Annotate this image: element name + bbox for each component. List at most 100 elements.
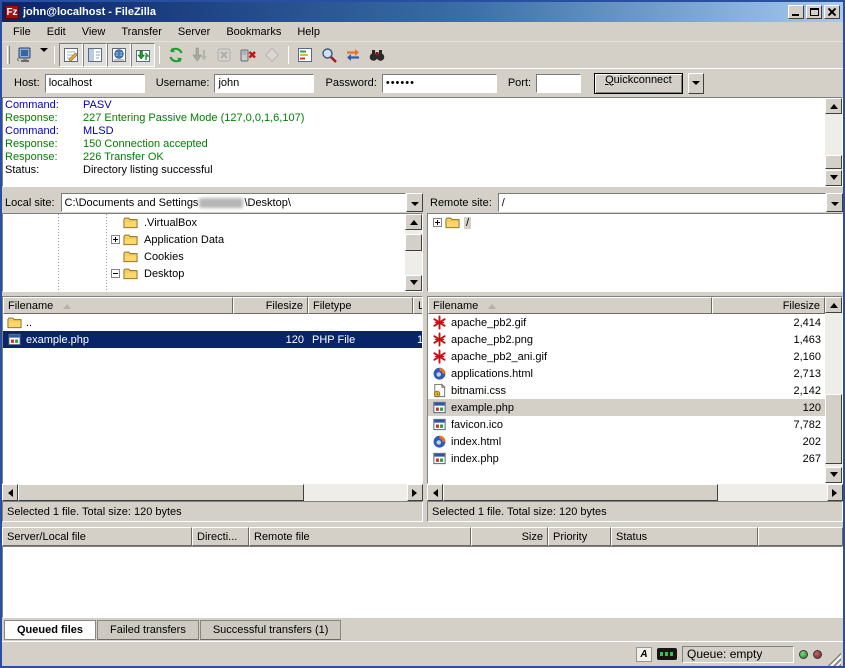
refresh-button[interactable] xyxy=(164,43,188,67)
scroll-down-button[interactable] xyxy=(825,467,842,483)
expand-plus-icon[interactable] xyxy=(111,235,120,244)
scroll-down-button[interactable] xyxy=(825,170,842,186)
queue-column-serverlocal[interactable]: Server/Local file xyxy=(2,527,192,546)
column-header-filename[interactable]: Filename xyxy=(3,297,233,314)
tab-failed-transfers[interactable]: Failed transfers xyxy=(97,620,199,640)
directory-comparison-button[interactable] xyxy=(293,43,317,67)
local-selection-status: Selected 1 file. Total size: 120 bytes xyxy=(2,501,423,522)
site-manager-dropdown-button[interactable] xyxy=(37,44,50,66)
port-input[interactable] xyxy=(536,74,581,93)
column-header-filesize[interactable]: Filesize xyxy=(233,297,308,314)
disconnect-button[interactable] xyxy=(236,43,260,67)
local-horizontal-scrollbar[interactable] xyxy=(2,484,423,501)
remote-file-row[interactable]: apache_pb2.gif2,414 xyxy=(428,314,825,331)
password-input[interactable] xyxy=(382,74,497,93)
menu-file[interactable]: File xyxy=(6,24,38,40)
scroll-left-button[interactable] xyxy=(2,484,18,501)
find-files-button[interactable] xyxy=(365,43,389,67)
data-type-ascii-icon[interactable]: A xyxy=(636,647,652,662)
tree-item-label: Cookies xyxy=(142,251,186,263)
tab-queued-files[interactable]: Queued files xyxy=(4,620,96,640)
toggle-transfer-queue-button[interactable] xyxy=(131,43,155,67)
maximize-button[interactable] xyxy=(806,5,822,19)
queue-column-remotefile[interactable]: Remote file xyxy=(249,527,471,546)
remote-file-row-selected[interactable]: example.php120 xyxy=(428,399,825,416)
scrollbar-thumb[interactable] xyxy=(443,484,718,501)
remote-file-row[interactable]: applications.html2,713 xyxy=(428,365,825,382)
scrollbar-thumb[interactable] xyxy=(18,484,304,501)
expand-plus-icon[interactable] xyxy=(433,218,442,227)
remote-vertical-scrollbar[interactable] xyxy=(825,297,842,483)
queue-column-size[interactable]: Size xyxy=(471,527,548,546)
menu-edit[interactable]: Edit xyxy=(40,24,73,40)
scrollbar-thumb[interactable] xyxy=(825,394,842,465)
collapse-minus-icon[interactable] xyxy=(111,269,120,278)
image-file-icon xyxy=(432,417,447,432)
menu-transfer[interactable]: Transfer xyxy=(114,24,169,40)
scroll-up-button[interactable] xyxy=(825,297,842,313)
remote-file-row[interactable]: apache_pb2_ani.gif2,160 xyxy=(428,348,825,365)
tree-item-virtualbox[interactable]: .VirtualBox xyxy=(3,214,405,231)
quickconnect-dropdown-button[interactable] xyxy=(688,73,704,94)
scroll-right-button[interactable] xyxy=(407,484,423,501)
column-header-lastmodified[interactable]: L xyxy=(413,297,422,314)
remote-file-row[interactable]: apache_pb2.png1,463 xyxy=(428,331,825,348)
filename-filters-button[interactable] xyxy=(317,43,341,67)
tree-item-desktop[interactable]: Desktop xyxy=(3,265,405,282)
menu-bookmarks[interactable]: Bookmarks xyxy=(219,24,288,40)
queue-list[interactable] xyxy=(2,546,843,618)
column-header-filetype[interactable]: Filetype xyxy=(308,297,413,314)
scrollbar-thumb[interactable] xyxy=(825,155,842,169)
tree-item-cookies[interactable]: Cookies xyxy=(3,248,405,265)
menu-bar: File Edit View Transfer Server Bookmarks… xyxy=(2,22,843,42)
menu-view[interactable]: View xyxy=(75,24,113,40)
queue-column-status[interactable]: Status xyxy=(611,527,758,546)
queue-column-direction[interactable]: Directi... xyxy=(192,527,249,546)
local-path-combo[interactable]: C:\Documents and Settings\Desktop\ xyxy=(61,193,406,212)
speedlimit-icon[interactable] xyxy=(657,648,677,660)
toggle-remote-tree-button[interactable] xyxy=(107,43,131,67)
tree-item-root[interactable]: / xyxy=(428,214,842,231)
scrollbar-thumb[interactable] xyxy=(405,234,422,251)
scroll-up-button[interactable] xyxy=(825,98,842,114)
remote-file-row[interactable]: index.php267 xyxy=(428,450,825,467)
queue-column-priority[interactable]: Priority xyxy=(548,527,611,546)
reconnect-button[interactable] xyxy=(260,43,284,67)
username-input[interactable] xyxy=(214,74,314,93)
remote-path-combo[interactable]: / xyxy=(498,193,826,212)
process-queue-button[interactable] xyxy=(188,43,212,67)
toggle-message-log-button[interactable] xyxy=(59,43,83,67)
synchronized-browsing-button[interactable] xyxy=(341,43,365,67)
close-button[interactable] xyxy=(824,5,840,19)
folder-icon xyxy=(445,215,460,230)
remote-file-row[interactable]: index.html202 xyxy=(428,433,825,450)
scroll-left-button[interactable] xyxy=(427,484,443,501)
remote-file-row[interactable]: bitnami.css2,142 xyxy=(428,382,825,399)
menu-server[interactable]: Server xyxy=(171,24,217,40)
local-file-row-updir[interactable]: .. xyxy=(3,314,422,331)
scroll-up-button[interactable] xyxy=(405,214,422,230)
remote-horizontal-scrollbar[interactable] xyxy=(427,484,843,501)
tab-successful-transfers[interactable]: Successful transfers (1) xyxy=(200,620,342,640)
local-path-dropdown-button[interactable] xyxy=(406,193,423,212)
cancel-operation-button[interactable] xyxy=(212,43,236,67)
arrow-up-icon xyxy=(410,216,418,225)
column-header-filename[interactable]: Filename xyxy=(428,297,712,314)
quickconnect-button[interactable]: Quickconnect xyxy=(594,73,683,94)
log-vertical-scrollbar[interactable] xyxy=(825,98,842,186)
toggle-local-tree-button[interactable] xyxy=(83,43,107,67)
local-file-row-selected[interactable]: example.php 120 PHP File 1 xyxy=(3,331,422,348)
tree-item-application-data[interactable]: Application Data xyxy=(3,231,405,248)
column-header-filesize[interactable]: Filesize xyxy=(712,297,825,314)
local-tree-vertical-scrollbar[interactable] xyxy=(405,214,422,291)
site-manager-button[interactable] xyxy=(13,43,37,67)
menu-help[interactable]: Help xyxy=(290,24,327,40)
scroll-right-button[interactable] xyxy=(827,484,843,501)
cancel-icon xyxy=(215,46,233,64)
minimize-button[interactable] xyxy=(788,5,804,19)
remote-file-row[interactable]: favicon.ico7,782 xyxy=(428,416,825,433)
host-input[interactable] xyxy=(45,74,145,93)
remote-path-dropdown-button[interactable] xyxy=(826,193,843,212)
scroll-down-button[interactable] xyxy=(405,275,422,291)
resize-grip[interactable] xyxy=(827,652,841,666)
